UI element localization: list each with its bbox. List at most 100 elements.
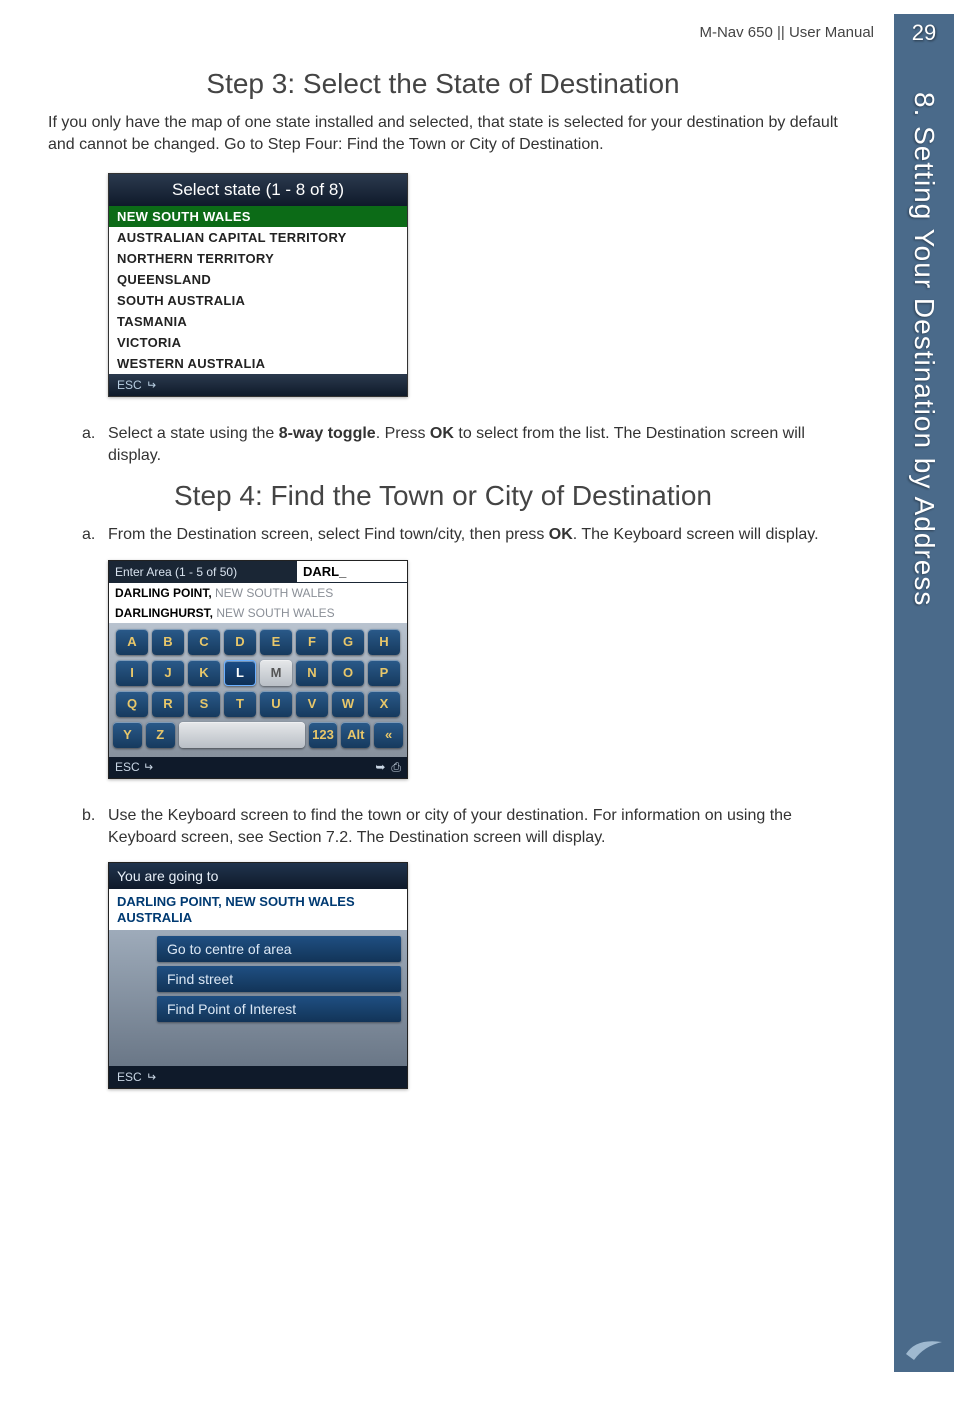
- text: NEW SOUTH WALES: [216, 606, 334, 620]
- dest-footer: ESC ↵: [109, 1066, 407, 1088]
- bold-text: OK: [430, 425, 454, 442]
- key-123[interactable]: 123: [309, 722, 338, 748]
- key-q[interactable]: Q: [116, 691, 148, 717]
- dest-options: Go to centre of area Find street Find Po…: [109, 930, 407, 1066]
- step3-heading: Step 3: Select the State of Destination: [48, 68, 838, 100]
- state-row[interactable]: AUSTRALIAN CAPITAL TERRITORY: [109, 227, 407, 248]
- kb-input[interactable]: DARL_: [297, 561, 407, 582]
- step4-item-b: b. Use the Keyboard screen to find the t…: [82, 805, 838, 848]
- enter-icon: ↵: [143, 760, 153, 774]
- doc-header: M-Nav 650 || User Manual: [699, 24, 874, 41]
- page-number: 29: [912, 20, 936, 46]
- key-b[interactable]: B: [152, 629, 184, 655]
- enter-icon: ↵: [146, 378, 156, 392]
- text: . Press: [376, 425, 430, 442]
- step3-item-a: a. Select a state using the 8-way toggle…: [82, 423, 838, 466]
- text: DARLING POINT,: [115, 586, 215, 600]
- state-row-selected[interactable]: NEW SOUTH WALES: [109, 206, 407, 227]
- step3-intro: If you only have the map of one state in…: [48, 112, 838, 155]
- dest-title: You are going to: [109, 863, 407, 889]
- kb-esc[interactable]: ESC ↵: [115, 760, 153, 774]
- state-list: NEW SOUTH WALES AUSTRALIAN CAPITAL TERRI…: [109, 206, 407, 374]
- kb-count-label: Enter Area (1 - 5 of 50): [109, 561, 297, 583]
- key-y[interactable]: Y: [113, 722, 142, 748]
- kb-header: Enter Area (1 - 5 of 50) DARL_: [109, 561, 407, 583]
- dest-opt-poi[interactable]: Find Point of Interest: [157, 996, 401, 1022]
- key-e[interactable]: E: [260, 629, 292, 655]
- dest-opt-street[interactable]: Find street: [157, 966, 401, 992]
- state-row[interactable]: WESTERN AUSTRALIA: [109, 353, 407, 374]
- state-row[interactable]: QUEENSLAND: [109, 269, 407, 290]
- key-s[interactable]: S: [188, 691, 220, 717]
- key-p[interactable]: P: [368, 660, 400, 686]
- dest-addr-line1: DARLING POINT, NEW SOUTH WALES: [117, 894, 399, 910]
- text: NEW SOUTH WALES: [215, 586, 333, 600]
- kb-suggestion[interactable]: DARLING POINT, NEW SOUTH WALES: [109, 583, 407, 603]
- step4-item-a-text: From the Destination screen, select Find…: [108, 524, 819, 546]
- key-l-selected[interactable]: L: [224, 660, 256, 686]
- list-icon[interactable]: ⎙: [391, 760, 401, 775]
- enter-icon: ↵: [146, 1070, 156, 1084]
- next-icon[interactable]: ➥: [375, 760, 385, 774]
- state-row[interactable]: VICTORIA: [109, 332, 407, 353]
- step3-item-a-text: Select a state using the 8-way toggle. P…: [108, 423, 838, 466]
- list-marker: a.: [82, 423, 100, 466]
- text: . The Keyboard screen will display.: [573, 526, 819, 543]
- dest-addr-line2: AUSTRALIA: [117, 910, 399, 926]
- step4-item-a: a. From the Destination screen, select F…: [82, 524, 838, 546]
- swoosh-icon: [904, 1336, 944, 1362]
- key-r[interactable]: R: [152, 691, 184, 717]
- state-row[interactable]: NORTHERN TERRITORY: [109, 248, 407, 269]
- kb-suggestion[interactable]: DARLINGHURST, NEW SOUTH WALES: [109, 603, 407, 623]
- key-i[interactable]: I: [116, 660, 148, 686]
- key-d[interactable]: D: [224, 629, 256, 655]
- key-a[interactable]: A: [116, 629, 148, 655]
- keyboard-grid: A B C D E F G H I J K L M N O P: [109, 623, 407, 757]
- state-list-title: Select state (1 - 8 of 8): [109, 174, 407, 206]
- chapter-side-tab: 8. Setting Your Destination by Address: [894, 52, 954, 1372]
- chapter-title: 8. Setting Your Destination by Address: [908, 92, 940, 606]
- key-z[interactable]: Z: [146, 722, 175, 748]
- text: Select a state using the: [108, 425, 279, 442]
- list-marker: b.: [82, 805, 100, 848]
- state-row[interactable]: TASMANIA: [109, 311, 407, 332]
- key-m[interactable]: M: [260, 660, 292, 686]
- key-k[interactable]: K: [188, 660, 220, 686]
- list-marker: a.: [82, 524, 100, 546]
- key-backspace[interactable]: «: [374, 722, 403, 748]
- key-n[interactable]: N: [296, 660, 328, 686]
- text: DARLINGHURST,: [115, 606, 216, 620]
- keyboard-screenshot: Enter Area (1 - 5 of 50) DARL_ DARLING P…: [108, 560, 838, 779]
- screenshot-footer: ESC ↵: [109, 374, 407, 396]
- esc-label[interactable]: ESC: [117, 378, 142, 392]
- kb-footer: ESC ↵ ➥ ⎙: [109, 757, 407, 778]
- key-alt[interactable]: Alt: [341, 722, 370, 748]
- dest-opt-centre[interactable]: Go to centre of area: [157, 936, 401, 962]
- text: From the Destination screen, select Find…: [108, 526, 549, 543]
- page-number-tab: 29: [894, 14, 954, 52]
- dest-address: DARLING POINT, NEW SOUTH WALES AUSTRALIA: [109, 889, 407, 930]
- key-h[interactable]: H: [368, 629, 400, 655]
- key-f[interactable]: F: [296, 629, 328, 655]
- key-t[interactable]: T: [224, 691, 256, 717]
- state-select-screenshot: Select state (1 - 8 of 8) NEW SOUTH WALE…: [108, 173, 838, 397]
- esc-label: ESC: [115, 760, 140, 774]
- key-o[interactable]: O: [332, 660, 364, 686]
- bold-text: OK: [549, 526, 573, 543]
- key-u[interactable]: U: [260, 691, 292, 717]
- key-x[interactable]: X: [368, 691, 400, 717]
- page-content: Step 3: Select the State of Destination …: [48, 60, 838, 1115]
- key-j[interactable]: J: [152, 660, 184, 686]
- bold-text: 8-way toggle: [279, 425, 376, 442]
- key-c[interactable]: C: [188, 629, 220, 655]
- step4-heading: Step 4: Find the Town or City of Destina…: [48, 480, 838, 512]
- state-row[interactable]: SOUTH AUSTRALIA: [109, 290, 407, 311]
- dest-esc[interactable]: ESC: [117, 1070, 142, 1084]
- key-w[interactable]: W: [332, 691, 364, 717]
- step4-item-b-text: Use the Keyboard screen to find the town…: [108, 805, 838, 848]
- key-space[interactable]: [179, 722, 305, 748]
- kb-footer-right: ➥ ⎙: [375, 760, 401, 775]
- key-g[interactable]: G: [332, 629, 364, 655]
- destination-screenshot: You are going to DARLING POINT, NEW SOUT…: [108, 862, 838, 1089]
- key-v[interactable]: V: [296, 691, 328, 717]
